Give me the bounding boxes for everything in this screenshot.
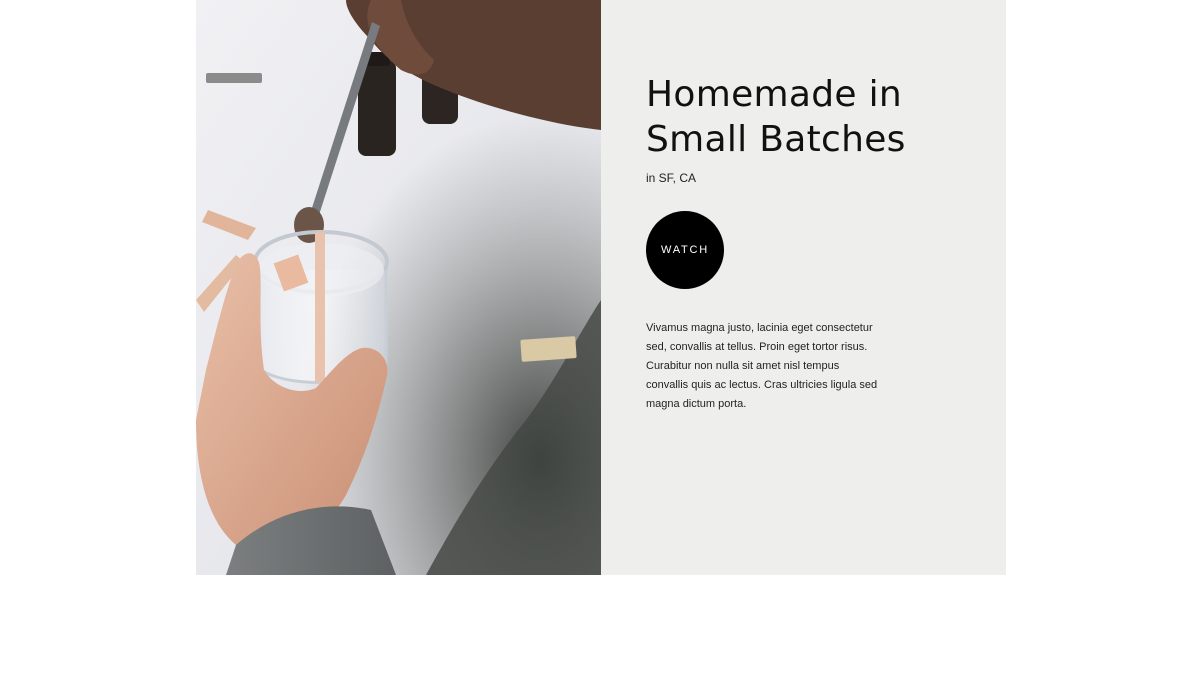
description-text: Vivamus magna justo, lacinia eget consec…	[646, 322, 878, 410]
watch-button[interactable]: WATCH	[646, 211, 724, 289]
watch-button-label: WATCH	[660, 244, 710, 256]
page-title: Homemade in Small Batches	[646, 74, 906, 160]
content-panel: Homemade in Small Batches in SF, CA WATC…	[601, 0, 1006, 575]
location-label: in SF, CA	[646, 171, 697, 185]
candle-making-photo	[196, 0, 601, 575]
page: Homemade in Small Batches in SF, CA WATC…	[0, 0, 1200, 675]
hero-section: Homemade in Small Batches in SF, CA WATC…	[196, 0, 1006, 575]
